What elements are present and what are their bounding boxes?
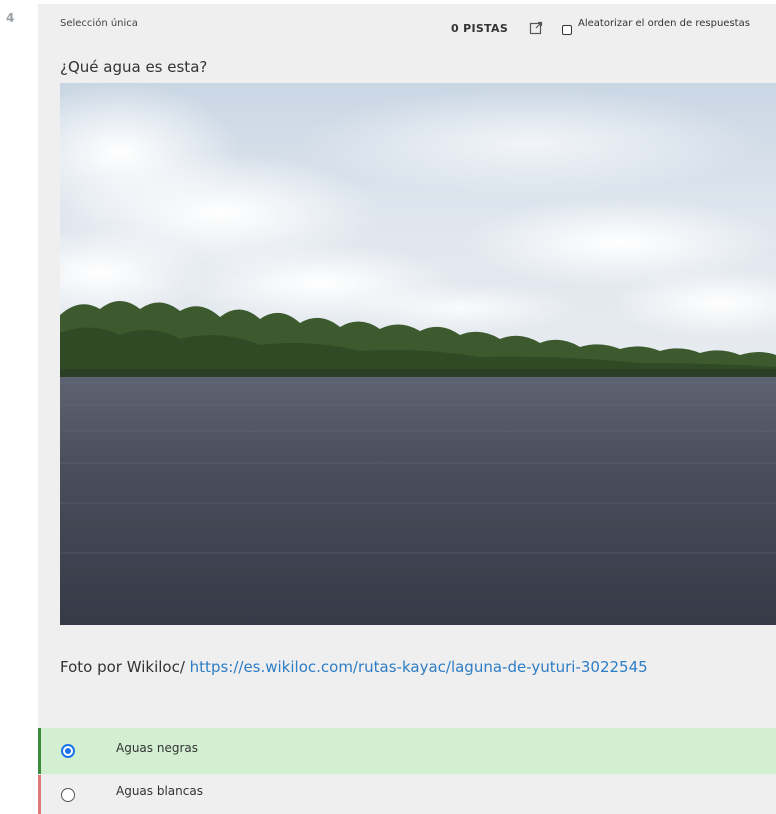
answer-option-correct[interactable]: Aguas negras [38, 728, 776, 774]
shuffle-answers-checkbox[interactable] [562, 25, 572, 35]
question-card: Selección única 0 PISTAS Aleatorizar el … [38, 4, 776, 814]
question-text: ¿Qué agua es esta? [60, 58, 208, 76]
answer-option-incorrect[interactable]: Aguas blancas [38, 775, 776, 814]
caption-prefix: Foto por Wikiloc/ [60, 658, 190, 676]
question-photo [60, 83, 776, 625]
question-number: 4 [6, 11, 15, 25]
lake-rainforest-image [60, 83, 776, 625]
radio-unselected-icon[interactable] [61, 788, 75, 802]
answer-label: Aguas blancas [116, 784, 203, 798]
hints-count[interactable]: 0 PISTAS [451, 22, 508, 35]
caption-link[interactable]: https://es.wikiloc.com/rutas-kayac/lagun… [190, 658, 648, 676]
photo-caption: Foto por Wikiloc/ https://es.wikiloc.com… [60, 655, 760, 679]
radio-selected-icon[interactable] [61, 744, 75, 758]
quiz-page: 4 Selección única 0 PISTAS Aleatorizar e… [0, 0, 776, 814]
shuffle-answers-label: Aleatorizar el orden de respuestas [578, 18, 750, 29]
question-type-label: Selección única [60, 18, 138, 29]
external-link-icon[interactable] [529, 21, 543, 35]
answer-label: Aguas negras [116, 741, 198, 755]
